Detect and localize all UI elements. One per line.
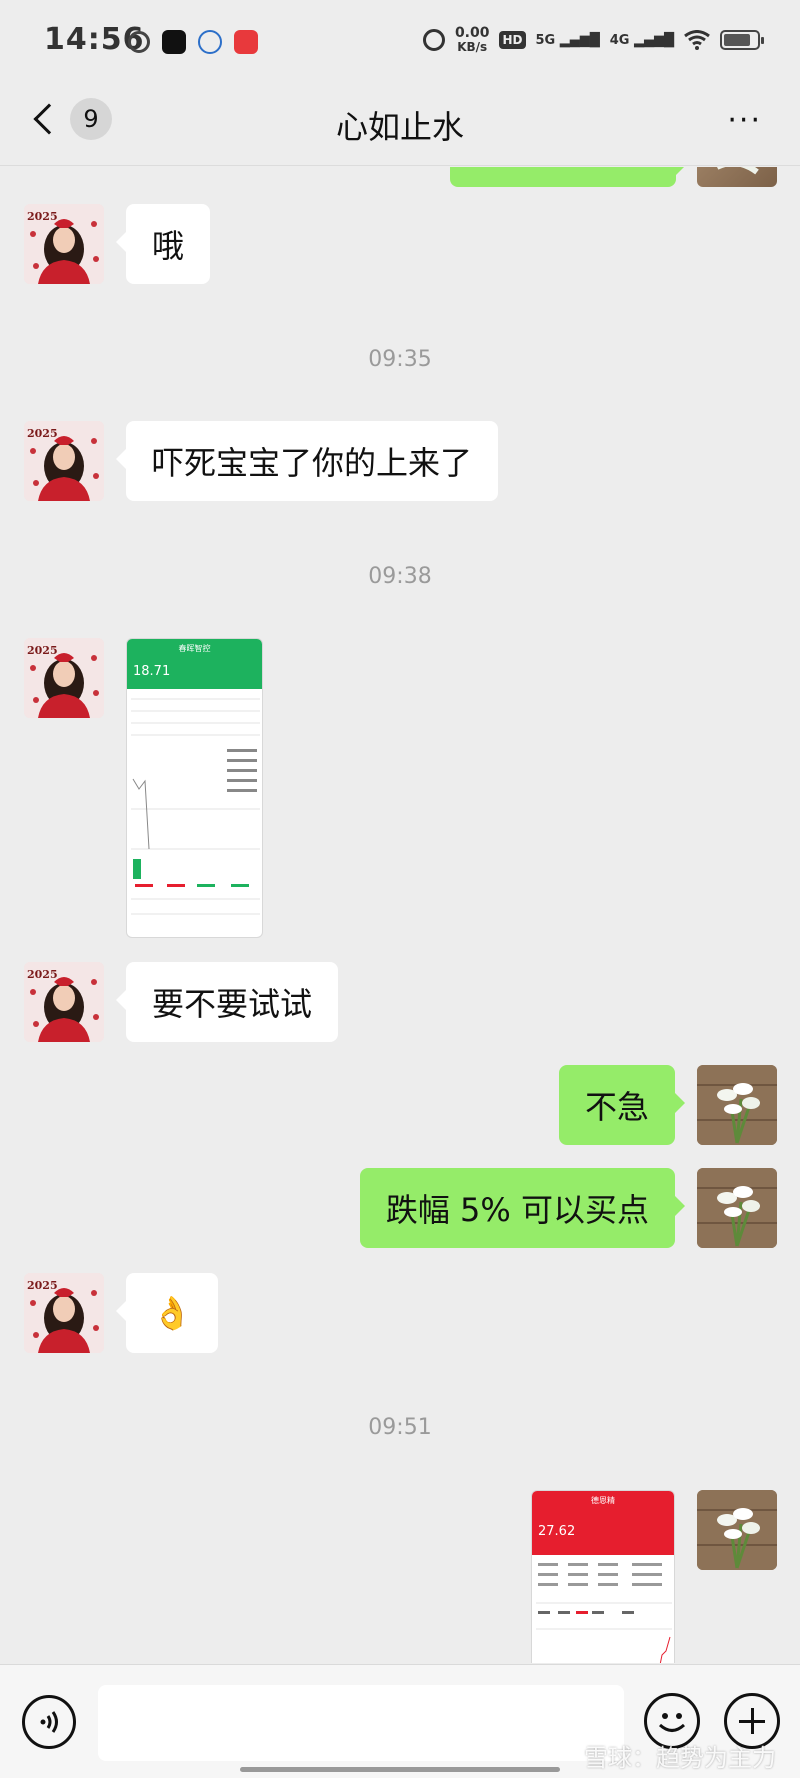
message-text: 跌幅 5% 可以买点 bbox=[385, 1191, 649, 1229]
message-bubble[interactable]: 👌 bbox=[116, 1273, 218, 1353]
image-message-stock-screenshot[interactable]: 德恩精 27.62 bbox=[531, 1490, 675, 1663]
status-bar: 14:56 0.00 KB/s HD 5G ▂▄▆█ 4G ▂▄▆█ bbox=[0, 0, 800, 86]
message-bubble[interactable]: 不急 bbox=[558, 1065, 686, 1145]
app-notification-icon bbox=[128, 31, 150, 53]
signal-5g: 5G ▂▄▆█ bbox=[535, 32, 600, 48]
stock-chart-thumbnail bbox=[536, 1563, 672, 1663]
signal-4g: 4G ▂▄▆█ bbox=[609, 32, 674, 48]
avatar-year-text: 2025 bbox=[27, 427, 58, 440]
contact-avatar[interactable]: 2025 bbox=[24, 421, 104, 501]
avatar-year-text: 2025 bbox=[27, 210, 58, 223]
avatar-year-text: 2025 bbox=[27, 644, 58, 657]
message-emoji: 👌 bbox=[152, 1294, 192, 1332]
contact-avatar[interactable]: 2025 bbox=[24, 1273, 104, 1353]
message-text: 吓死宝宝了你的上来了 bbox=[152, 444, 473, 482]
home-indicator[interactable] bbox=[240, 1767, 560, 1772]
stock-name: 德恩精 bbox=[591, 1496, 615, 1505]
message-bubble[interactable]: 跌幅 5% 可以买点 bbox=[359, 1168, 686, 1248]
my-avatar[interactable] bbox=[697, 1490, 777, 1570]
stock-price: 18.71 bbox=[133, 664, 171, 679]
message-bubble[interactable]: 哦 bbox=[115, 204, 211, 284]
tiktok-icon bbox=[162, 30, 186, 54]
message-text: 不急 bbox=[584, 1088, 649, 1126]
message-bubble[interactable]: 吓死宝宝了你的上来了 bbox=[115, 421, 499, 501]
message-input[interactable] bbox=[98, 1685, 624, 1761]
message-list[interactable]: 2025 哦 09:35 2025 吓死宝宝了你的上来了 09:38 2025 … bbox=[0, 167, 800, 1663]
message-bubble-cutoff bbox=[450, 167, 686, 187]
hd-badge: HD bbox=[499, 31, 526, 49]
voice-input-button[interactable] bbox=[22, 1695, 76, 1749]
chat-header: 9 心如止水 ··· bbox=[0, 86, 800, 166]
stock-name: 春晖智控 bbox=[178, 644, 211, 653]
message-timestamp: 09:38 bbox=[368, 564, 432, 589]
avatar-year-text: 2025 bbox=[27, 968, 58, 981]
voice-icon bbox=[40, 1711, 58, 1733]
my-avatar[interactable] bbox=[697, 1168, 777, 1248]
image-message-stock-screenshot[interactable]: 春晖智控 18.71 bbox=[126, 638, 263, 938]
toutiao-icon bbox=[234, 30, 258, 54]
net-speed: 0.00 KB/s bbox=[454, 25, 490, 54]
stock-chart-thumbnail bbox=[131, 698, 260, 915]
contact-avatar[interactable]: 2025 bbox=[24, 638, 104, 718]
stock-header: 德恩精 27.62 bbox=[532, 1491, 674, 1555]
chat-title: 心如止水 bbox=[335, 108, 464, 146]
my-avatar[interactable] bbox=[697, 1065, 777, 1145]
message-text: 哦 bbox=[152, 227, 185, 265]
alarm-icon bbox=[422, 29, 445, 51]
message-text: 要不要试试 bbox=[152, 985, 313, 1023]
contact-avatar[interactable]: 2025 bbox=[24, 962, 104, 1042]
wifi-icon bbox=[684, 30, 710, 50]
more-options-button[interactable]: ··· bbox=[727, 106, 762, 136]
battery-icon bbox=[720, 30, 764, 50]
contact-avatar[interactable]: 2025 bbox=[24, 204, 104, 284]
status-app-icons bbox=[128, 30, 258, 54]
message-bubble[interactable]: 要不要试试 bbox=[115, 962, 339, 1042]
message-timestamp: 09:51 bbox=[368, 1415, 432, 1440]
watermark: 雪球：趋势为主力 bbox=[584, 1744, 776, 1772]
app-circle-icon bbox=[198, 30, 222, 54]
message-timestamp: 09:35 bbox=[368, 347, 432, 372]
status-indicators: 0.00 KB/s HD 5G ▂▄▆█ 4G ▂▄▆█ bbox=[422, 25, 764, 54]
avatar-year-text: 2025 bbox=[27, 1279, 58, 1292]
my-avatar[interactable] bbox=[697, 167, 777, 187]
stock-header: 春晖智控 18.71 bbox=[127, 639, 262, 689]
stock-price: 27.62 bbox=[538, 1524, 576, 1539]
